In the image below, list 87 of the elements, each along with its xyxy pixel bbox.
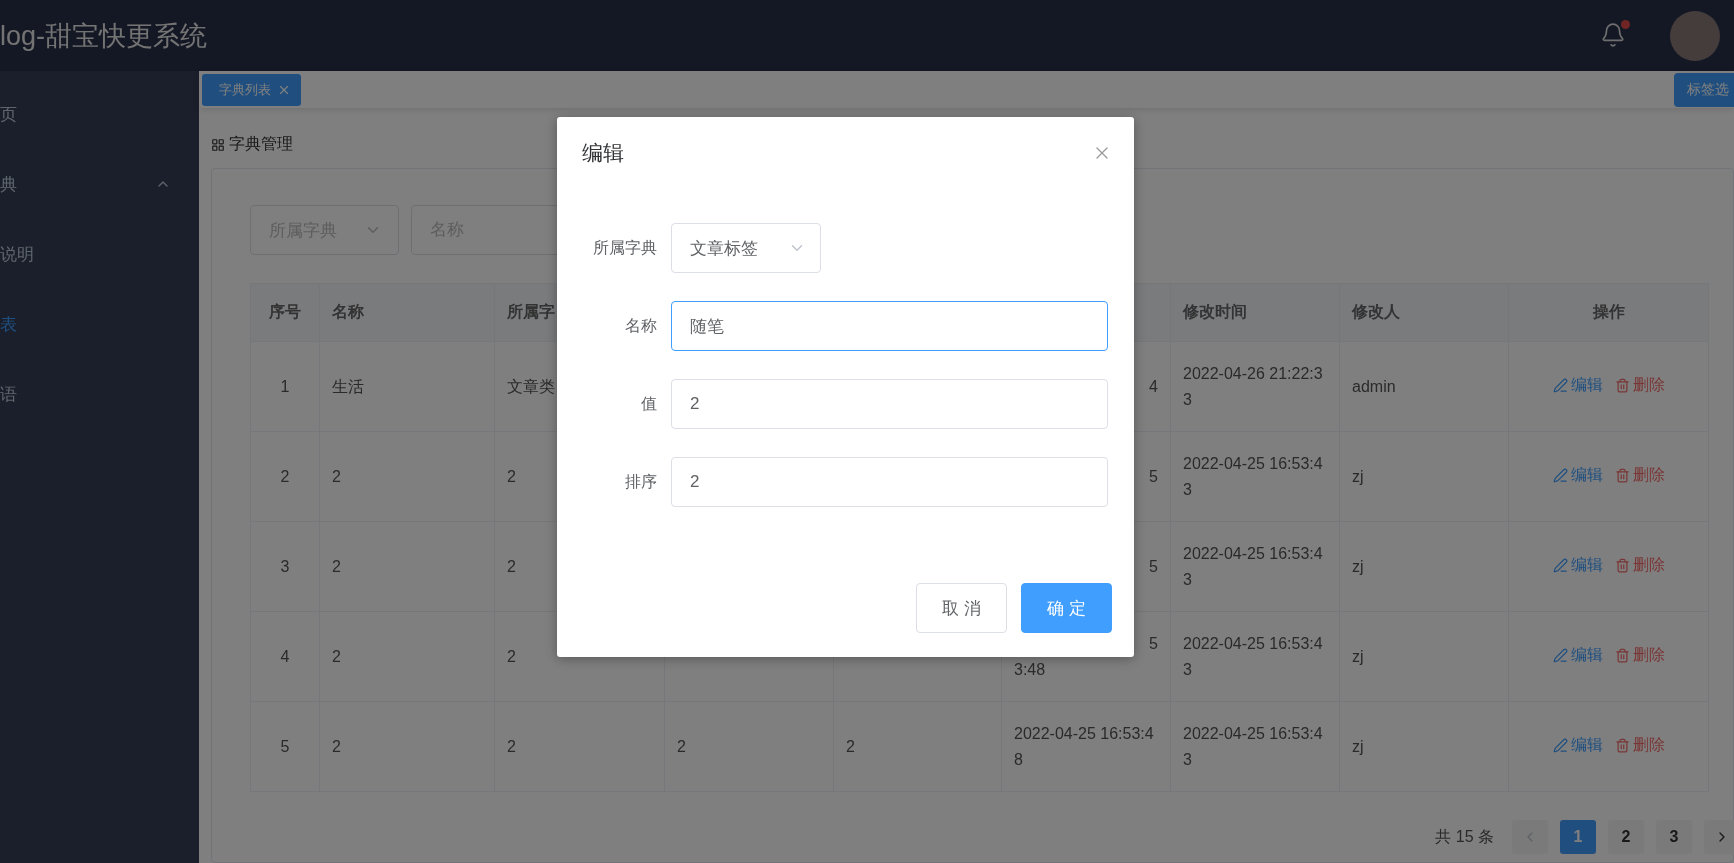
pen-icon — [1552, 467, 1568, 483]
table-cell-text: 3 — [280, 556, 290, 577]
table-cell-text: 2 — [507, 736, 516, 757]
field-label: 名称 — [624, 315, 658, 336]
table-cell-text: 2022-04-25 16:53:48 — [1014, 723, 1155, 770]
column-header: 操作 — [1508, 283, 1709, 342]
table-cell-text: 生活 — [332, 376, 364, 397]
field-label: 所属字典 — [592, 237, 658, 258]
page-button[interactable]: 2 — [1608, 820, 1644, 854]
table-cell-text: 2 — [677, 736, 686, 757]
grid-icon — [211, 137, 225, 152]
edit-link[interactable]: 编辑 — [1552, 732, 1603, 759]
table-cell-text: 2022-04-25 16:53:43 — [1183, 543, 1324, 590]
trash-icon — [1614, 647, 1630, 663]
trash-icon — [1614, 557, 1630, 573]
table-cell-text: 5 — [280, 736, 290, 757]
sidebar-item[interactable]: 语 — [0, 359, 199, 429]
table-cell-text: zj — [1352, 736, 1364, 757]
delete-link[interactable]: 删除 — [1614, 462, 1665, 489]
app-title: log-甜宝快更系统 — [0, 19, 209, 53]
input-field[interactable]: 2 — [671, 379, 1108, 429]
table-cell-text: 2 — [332, 466, 341, 487]
breadcrumb: 字典管理 — [229, 134, 293, 154]
trash-icon — [1614, 737, 1630, 753]
table-cell-text: 2022-04-25 16:53:43 — [1183, 633, 1324, 680]
table-cell-text: 2 — [507, 556, 516, 577]
edit-link[interactable]: 编辑 — [1552, 642, 1603, 669]
pen-icon — [1552, 737, 1568, 753]
table-cell-text: 2 — [332, 646, 341, 667]
sidebar-item[interactable]: 页 — [0, 79, 199, 149]
table-cell-text: zj — [1352, 556, 1364, 577]
input-field[interactable]: 随笔 — [671, 301, 1108, 351]
tab-menu-button[interactable]: 标签选 — [1674, 72, 1734, 107]
table-cell-text: 5 — [1149, 466, 1158, 487]
field-label: 值 — [640, 393, 658, 414]
field-label: 排序 — [624, 471, 658, 492]
table-cell-text: 2 — [507, 466, 516, 487]
dialog-title: 编辑 — [582, 140, 624, 166]
input-field[interactable]: 2 — [671, 457, 1108, 507]
table-cell-text: 2 — [846, 736, 855, 757]
table-cell-text: 4 — [280, 646, 290, 667]
table-cell-text: 2 — [332, 556, 341, 577]
delete-link[interactable]: 删除 — [1614, 732, 1665, 759]
edit-link[interactable]: 编辑 — [1552, 552, 1603, 579]
pen-icon — [1552, 557, 1568, 573]
table-cell-text: 2 — [507, 646, 516, 667]
page-tab[interactable]: 字典列表 — [202, 73, 301, 106]
table-cell-text: 2 — [280, 466, 290, 487]
table-cell-text: admin — [1352, 376, 1396, 397]
tab-label: 字典列表 — [219, 80, 271, 99]
delete-link[interactable]: 删除 — [1614, 642, 1665, 669]
table-cell-text: 2022-04-25 16:53:43 — [1183, 723, 1324, 770]
page-button[interactable]: 1 — [1560, 820, 1596, 854]
table-cell-text: 2022-04-26 21:22:33 — [1183, 363, 1324, 410]
page-button[interactable]: 3 — [1656, 820, 1692, 854]
trash-icon — [1614, 467, 1630, 483]
edit-link[interactable]: 编辑 — [1552, 462, 1603, 489]
delete-link[interactable]: 删除 — [1614, 372, 1665, 399]
table-cell-text: zj — [1352, 646, 1364, 667]
prev-page-button[interactable] — [1512, 820, 1548, 854]
trash-icon — [1614, 377, 1630, 393]
table-cell-text: zj — [1352, 466, 1364, 487]
sidebar-item[interactable]: 典 — [0, 149, 199, 219]
edit-link[interactable]: 编辑 — [1552, 372, 1603, 399]
column-header: 修改时间 — [1170, 283, 1340, 342]
table-cell-text: 文章类 — [507, 376, 555, 397]
delete-link[interactable]: 删除 — [1614, 552, 1665, 579]
pen-icon — [1552, 377, 1568, 393]
cancel-button[interactable]: 取 消 — [916, 583, 1007, 633]
table-cell-text: 2022-04-25 16:53:43 — [1183, 453, 1324, 500]
sidebar-item[interactable]: 表 — [0, 289, 199, 359]
avatar[interactable] — [1670, 10, 1720, 61]
table-cell-text: 3:48 — [1014, 659, 1046, 680]
table-cell-text: 1 — [280, 376, 290, 397]
pen-icon — [1552, 647, 1568, 663]
next-page-button[interactable] — [1704, 820, 1734, 854]
table-cell-text: 5 — [1149, 556, 1158, 577]
dictionary-select[interactable]: 文章标签 — [671, 223, 821, 273]
column-header: 修改人 — [1339, 283, 1509, 342]
column-header: 名称 — [319, 283, 495, 342]
table-cell-text: 5 — [1149, 633, 1158, 654]
table-cell-text: 4 — [1149, 376, 1158, 397]
sidebar-item[interactable]: 说明 — [0, 219, 199, 289]
total-count: 共 15 条 — [1435, 826, 1494, 847]
confirm-button[interactable]: 确 定 — [1021, 583, 1112, 633]
column-header: 序号 — [250, 283, 320, 342]
table-cell-text: 2 — [332, 736, 341, 757]
